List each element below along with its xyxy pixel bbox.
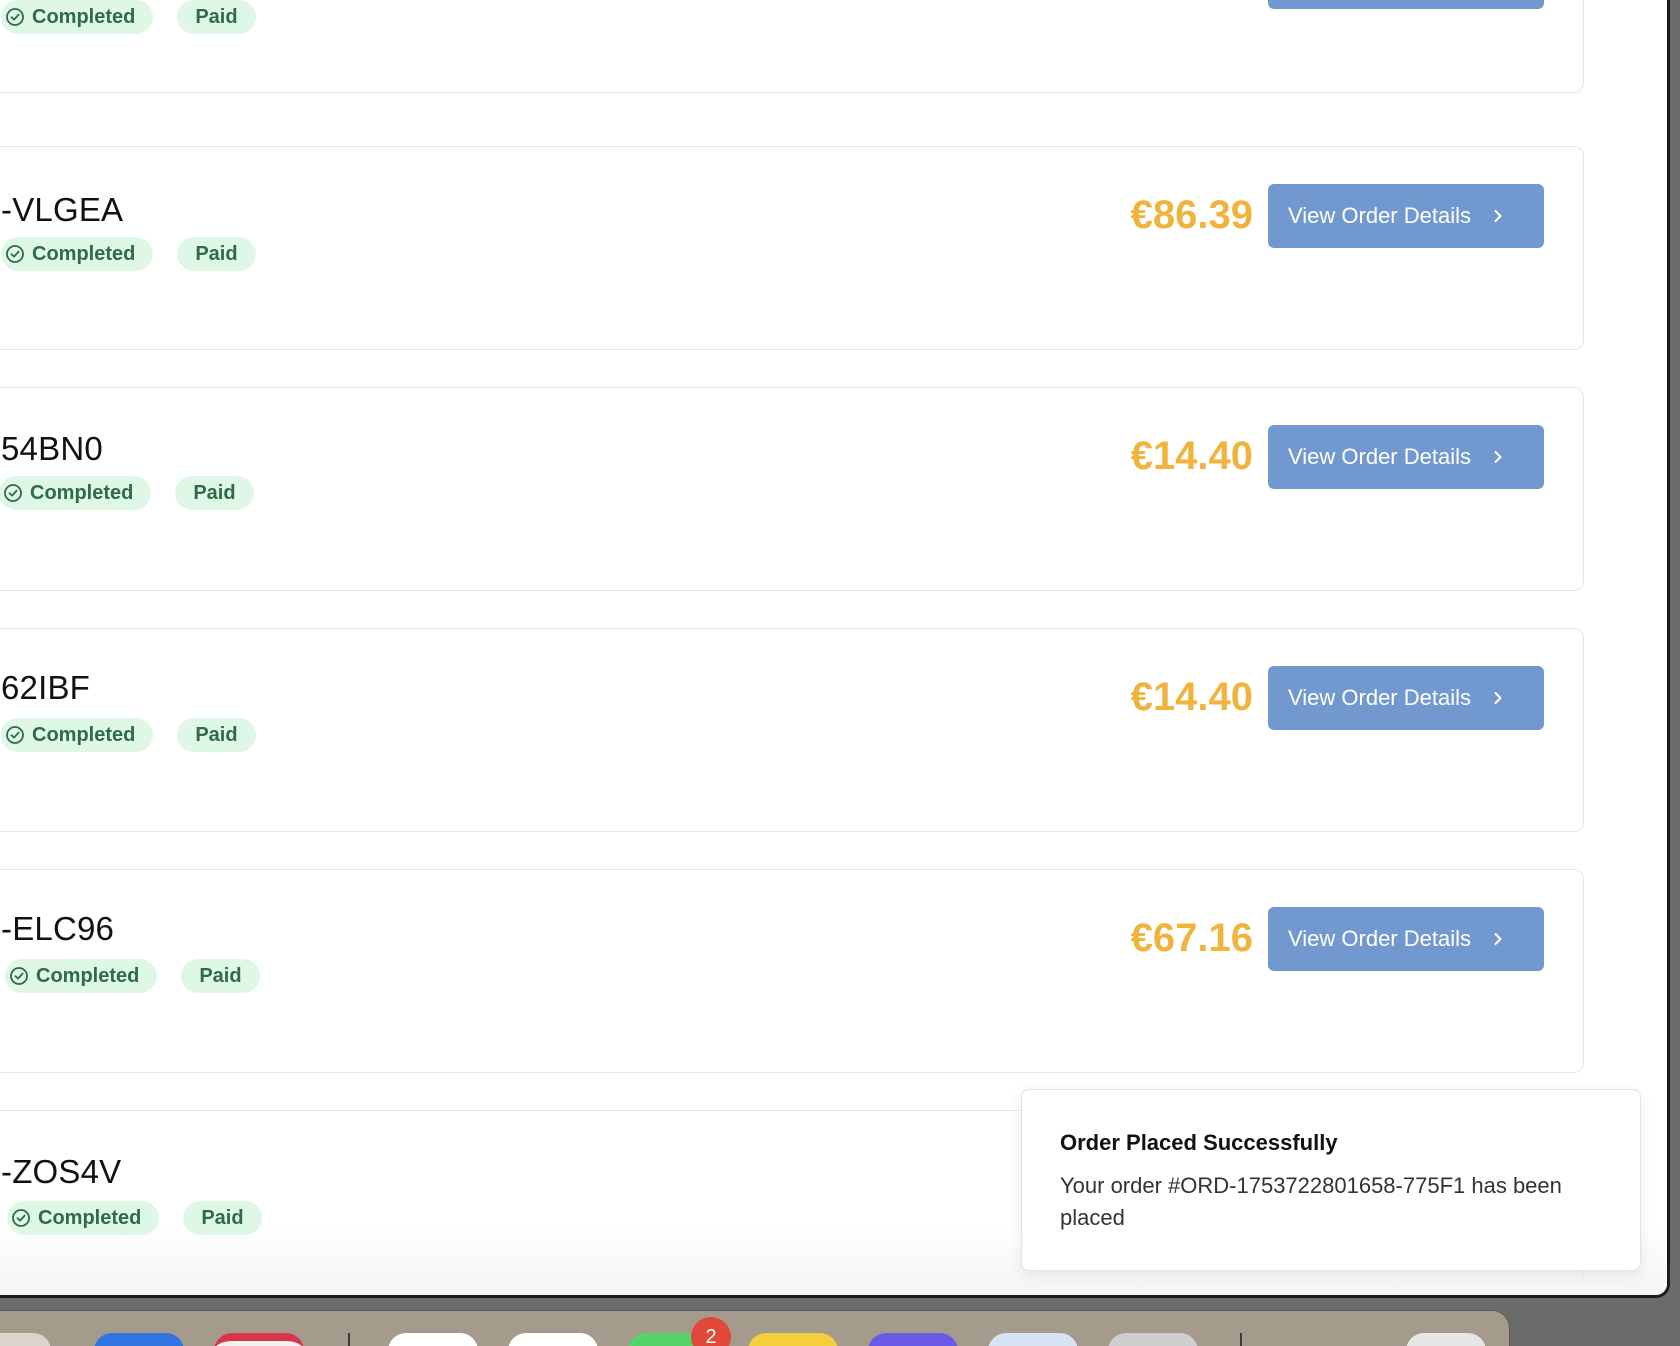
payment-badge: Paid bbox=[181, 959, 260, 993]
order-price: €86.39 bbox=[1130, 193, 1253, 237]
dock-separator bbox=[348, 1333, 350, 1346]
app-store-icon[interactable] bbox=[94, 1333, 184, 1346]
order-badges: Completed Paid bbox=[1, 237, 256, 271]
view-order-details-button[interactable]: View Order Details bbox=[1268, 666, 1544, 730]
status-badge: Completed bbox=[5, 959, 158, 993]
status-label: Completed bbox=[32, 242, 136, 265]
status-label: Completed bbox=[32, 5, 136, 28]
browser-window: Completed Paid -VLGEA Completed Paid €86… bbox=[0, 0, 1670, 1298]
status-label: Completed bbox=[30, 481, 134, 504]
preview-app-icon[interactable] bbox=[988, 1333, 1078, 1346]
status-badge: Completed bbox=[1, 237, 154, 271]
status-badge: Completed bbox=[1, 0, 154, 34]
payment-badge: Paid bbox=[177, 237, 256, 271]
toast-title: Order Placed Successfully bbox=[1060, 1130, 1338, 1155]
order-price: €14.40 bbox=[1130, 434, 1253, 478]
check-circle-icon bbox=[10, 967, 28, 985]
notes-app-icon[interactable] bbox=[388, 1333, 478, 1346]
view-order-details-label: View Order Details bbox=[1288, 444, 1471, 469]
order-card: 62IBF Completed Paid €14.40 View Order D… bbox=[0, 628, 1584, 832]
order-price: €14.40 bbox=[1130, 675, 1253, 719]
order-id: 54BN0 bbox=[1, 430, 103, 467]
order-badges: Completed Paid bbox=[5, 959, 260, 993]
dock: 2 bbox=[0, 1310, 1510, 1346]
order-card: Completed Paid bbox=[0, 0, 1584, 93]
messages-badge: 2 bbox=[691, 1317, 731, 1346]
check-circle-icon bbox=[6, 726, 24, 744]
stickies-app-icon[interactable] bbox=[748, 1333, 838, 1346]
order-card: -VLGEA Completed Paid €86.39 View Order … bbox=[0, 146, 1584, 350]
check-circle-icon bbox=[6, 245, 24, 263]
order-badges: Completed Paid bbox=[1, 718, 256, 752]
order-id: -ELC96 bbox=[1, 910, 115, 947]
order-badges: Completed Paid bbox=[7, 1201, 262, 1235]
view-order-button-partial[interactable] bbox=[1268, 0, 1544, 9]
payment-badge: Paid bbox=[177, 0, 256, 34]
reminders-app-icon[interactable] bbox=[508, 1333, 598, 1346]
check-circle-icon bbox=[4, 484, 22, 502]
trash-icon[interactable] bbox=[1406, 1333, 1486, 1346]
status-badge: Completed bbox=[0, 476, 152, 510]
check-circle-icon bbox=[6, 8, 24, 26]
dock-separator bbox=[1240, 1333, 1242, 1346]
order-id: -VLGEA bbox=[1, 191, 124, 228]
pencil-app-icon[interactable] bbox=[0, 1333, 51, 1346]
purple-app-icon[interactable] bbox=[868, 1333, 958, 1346]
calendar-icon[interactable] bbox=[214, 1333, 304, 1346]
view-order-details-button[interactable]: View Order Details bbox=[1268, 425, 1544, 489]
view-order-details-label: View Order Details bbox=[1288, 926, 1471, 951]
status-label: Completed bbox=[36, 964, 140, 987]
chevron-right-icon bbox=[1494, 210, 1502, 222]
view-order-details-button[interactable]: View Order Details bbox=[1268, 184, 1544, 248]
chevron-right-icon bbox=[1494, 933, 1502, 945]
chevron-right-icon bbox=[1494, 692, 1502, 704]
order-card: -ELC96 Completed Paid €67.16 View Order … bbox=[0, 869, 1584, 1073]
status-label: Completed bbox=[32, 723, 136, 746]
chevron-right-icon bbox=[1494, 451, 1502, 463]
order-card: 54BN0 Completed Paid €14.40 View Order D… bbox=[0, 387, 1584, 591]
order-id: 62IBF bbox=[1, 669, 91, 706]
order-id: -ZOS4V bbox=[1, 1153, 122, 1190]
toast-notification[interactable]: Order Placed Successfully Your order #OR… bbox=[1021, 1089, 1641, 1271]
status-label: Completed bbox=[38, 1206, 142, 1229]
order-badges: Completed Paid bbox=[0, 476, 254, 510]
payment-badge: Paid bbox=[177, 718, 256, 752]
check-circle-icon bbox=[12, 1209, 30, 1227]
status-badge: Completed bbox=[1, 718, 154, 752]
payment-badge: Paid bbox=[175, 476, 254, 510]
order-badges: Completed Paid bbox=[1, 0, 256, 34]
gray-app-icon[interactable] bbox=[1108, 1333, 1198, 1346]
status-badge: Completed bbox=[7, 1201, 160, 1235]
order-price: €67.16 bbox=[1130, 916, 1253, 960]
view-order-details-label: View Order Details bbox=[1288, 203, 1471, 228]
view-order-details-label: View Order Details bbox=[1288, 685, 1471, 710]
view-order-details-button[interactable]: View Order Details bbox=[1268, 907, 1544, 971]
toast-message: Your order #ORD-1753722801658-775F1 has … bbox=[1060, 1173, 1562, 1230]
payment-badge: Paid bbox=[183, 1201, 262, 1235]
